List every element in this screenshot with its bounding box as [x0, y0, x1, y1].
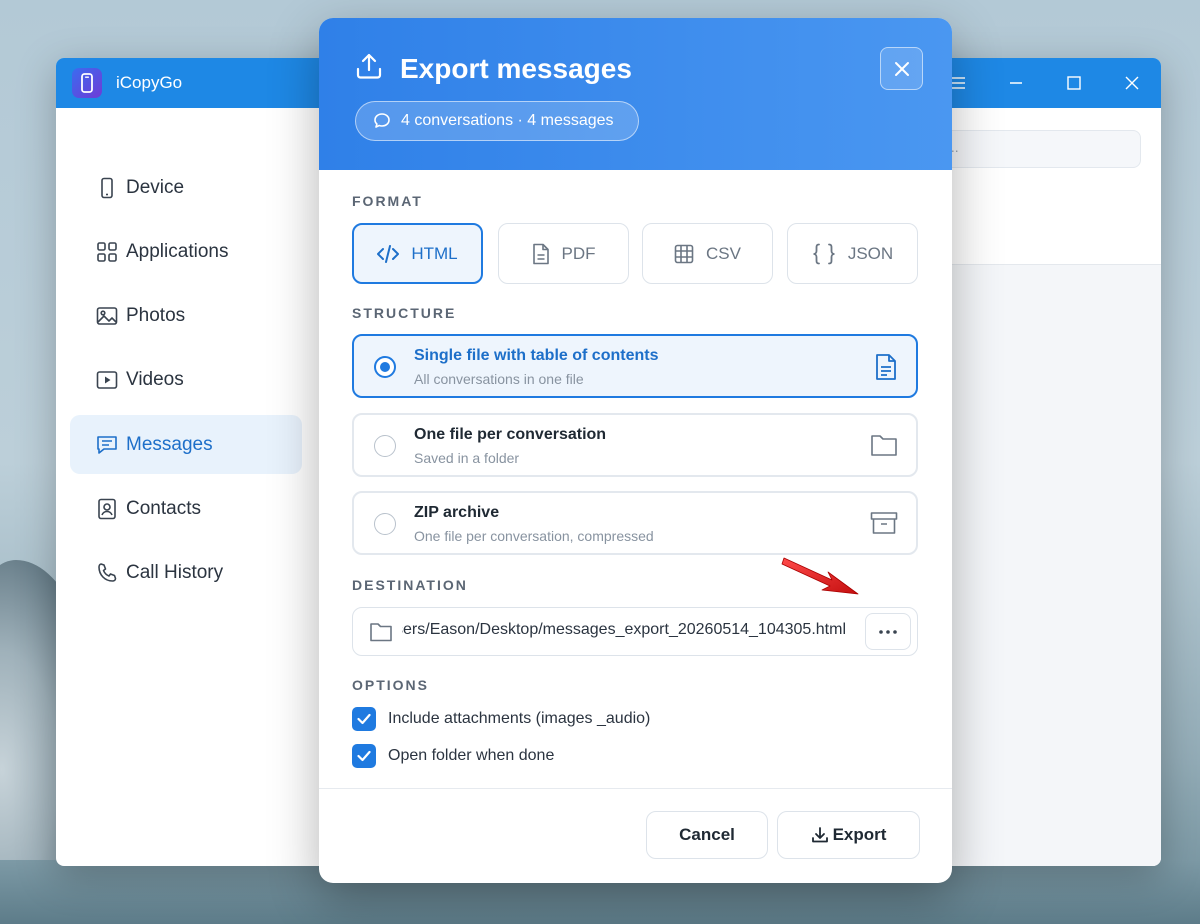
sidebar-item-label: Messages — [126, 433, 213, 455]
document-icon — [874, 353, 898, 386]
summary-badge: 4 conversations · 4 messages — [355, 101, 639, 141]
close-icon — [1125, 76, 1139, 90]
code-icon — [377, 244, 400, 263]
phone-icon — [96, 177, 118, 199]
sidebar-item-label: Device — [126, 176, 185, 198]
sidebar-item-photos[interactable]: Photos — [70, 287, 302, 346]
format-label: HTML — [411, 243, 458, 263]
window-controls — [929, 58, 1161, 108]
content-panel — [936, 265, 1161, 866]
export-dialog: Export messages 4 conversations · 4 mess… — [319, 18, 952, 883]
menu-icon — [951, 77, 965, 89]
dialog-header: Export messages 4 conversations · 4 mess… — [319, 18, 952, 170]
radio-button[interactable] — [374, 513, 396, 535]
sidebar-item-messages[interactable]: Messages — [70, 415, 302, 475]
radio-button[interactable] — [374, 356, 396, 378]
sidebar-item-applications[interactable]: Applications — [70, 222, 302, 281]
export-button[interactable]: Export — [777, 811, 920, 859]
destination-field[interactable]: C:/Users/Eason/Desktop/messages_export_2… — [352, 607, 918, 656]
option-title: One file per conversation — [414, 426, 607, 443]
video-icon — [96, 369, 118, 391]
sidebar-item-call-history[interactable]: Call History — [70, 544, 302, 603]
folder-icon — [369, 621, 393, 648]
cancel-label: Cancel — [679, 825, 735, 844]
sidebar-item-label: Videos — [126, 369, 184, 391]
checkmark-icon — [357, 713, 371, 725]
structure-section-label: STRUCTURE — [352, 305, 457, 321]
maximize-icon — [1067, 76, 1081, 90]
search-input[interactable]: ... — [936, 130, 1141, 168]
format-label: JSON — [847, 243, 894, 263]
radio-button[interactable] — [374, 435, 396, 457]
format-label: CSV — [706, 243, 741, 263]
folder-icon — [870, 432, 898, 463]
structure-per-conversation-option[interactable]: One file per conversation Saved in a fol… — [352, 413, 918, 477]
annotation-arrow-icon — [781, 557, 859, 595]
apps-grid-icon — [96, 241, 118, 263]
browse-button[interactable] — [865, 613, 911, 650]
option-title: ZIP archive — [414, 504, 500, 521]
more-icon — [879, 629, 897, 634]
sidebar-item-videos[interactable]: Videos — [70, 351, 302, 410]
destination-section-label: DESTINATION — [352, 577, 468, 593]
option-subtitle: All conversations in one file — [414, 371, 584, 387]
archive-icon — [870, 510, 898, 541]
option-subtitle: One file per conversation, compressed — [414, 528, 654, 544]
options-section-label: OPTIONS — [352, 677, 430, 693]
close-window-button[interactable] — [1103, 58, 1161, 108]
format-html-button[interactable]: HTML — [352, 223, 483, 284]
summary-text: 4 conversations · 4 messages — [401, 112, 614, 129]
phone-call-icon — [96, 562, 118, 584]
option-label: Include attachments (images _audio) — [388, 710, 651, 727]
sidebar-item-device[interactable]: Device — [70, 158, 302, 217]
format-label: PDF — [561, 243, 596, 263]
structure-single-file-option[interactable]: Single file with table of contents All c… — [352, 334, 918, 398]
dialog-title: Export messages — [400, 52, 632, 84]
format-csv-button[interactable]: CSV — [642, 223, 773, 284]
sidebar-item-label: Contacts — [126, 497, 201, 519]
format-pdf-button[interactable]: PDF — [498, 223, 629, 284]
checkbox[interactable] — [352, 707, 376, 731]
option-label: Open folder when done — [388, 747, 555, 764]
close-icon — [894, 61, 909, 76]
chat-bubble-icon — [374, 113, 390, 128]
sidebar-item-contacts[interactable]: Contacts — [70, 479, 302, 538]
open-folder-option[interactable]: Open folder when done — [352, 744, 554, 768]
file-icon — [532, 243, 550, 265]
maximize-button[interactable] — [1045, 58, 1103, 108]
destination-path[interactable]: C:/Users/Eason/Desktop/messages_export_2… — [402, 621, 846, 639]
sidebar-item-label: Applications — [126, 240, 229, 262]
export-label: Export — [832, 825, 887, 844]
sidebar-item-label: Photos — [126, 305, 186, 327]
app-logo-icon — [72, 68, 102, 98]
divider — [319, 788, 952, 789]
sidebar: Device Applications Photos Videos Messag… — [70, 158, 302, 608]
dialog-close-button[interactable] — [880, 47, 923, 90]
checkbox[interactable] — [352, 744, 376, 768]
minimize-icon — [1010, 82, 1022, 84]
app-title: iCopyGo — [116, 73, 183, 92]
upload-icon — [355, 52, 383, 85]
format-json-button[interactable]: JSON — [787, 223, 918, 284]
download-icon — [811, 826, 829, 844]
cancel-button[interactable]: Cancel — [646, 811, 768, 859]
option-title: Single file with table of contents — [414, 347, 659, 364]
sidebar-item-label: Call History — [126, 562, 224, 584]
contact-icon — [96, 498, 118, 520]
table-icon — [674, 244, 694, 264]
structure-zip-option[interactable]: ZIP archive One file per conversation, c… — [352, 491, 918, 555]
dialog-title-row: Export messages — [355, 52, 632, 85]
message-icon — [96, 434, 118, 456]
format-section-label: FORMAT — [352, 193, 423, 209]
braces-icon — [812, 243, 836, 265]
include-attachments-option[interactable]: Include attachments (images _audio) — [352, 707, 650, 731]
image-icon — [96, 305, 118, 327]
option-subtitle: Saved in a folder — [414, 450, 520, 466]
minimize-button[interactable] — [987, 58, 1045, 108]
checkmark-icon — [357, 750, 371, 762]
